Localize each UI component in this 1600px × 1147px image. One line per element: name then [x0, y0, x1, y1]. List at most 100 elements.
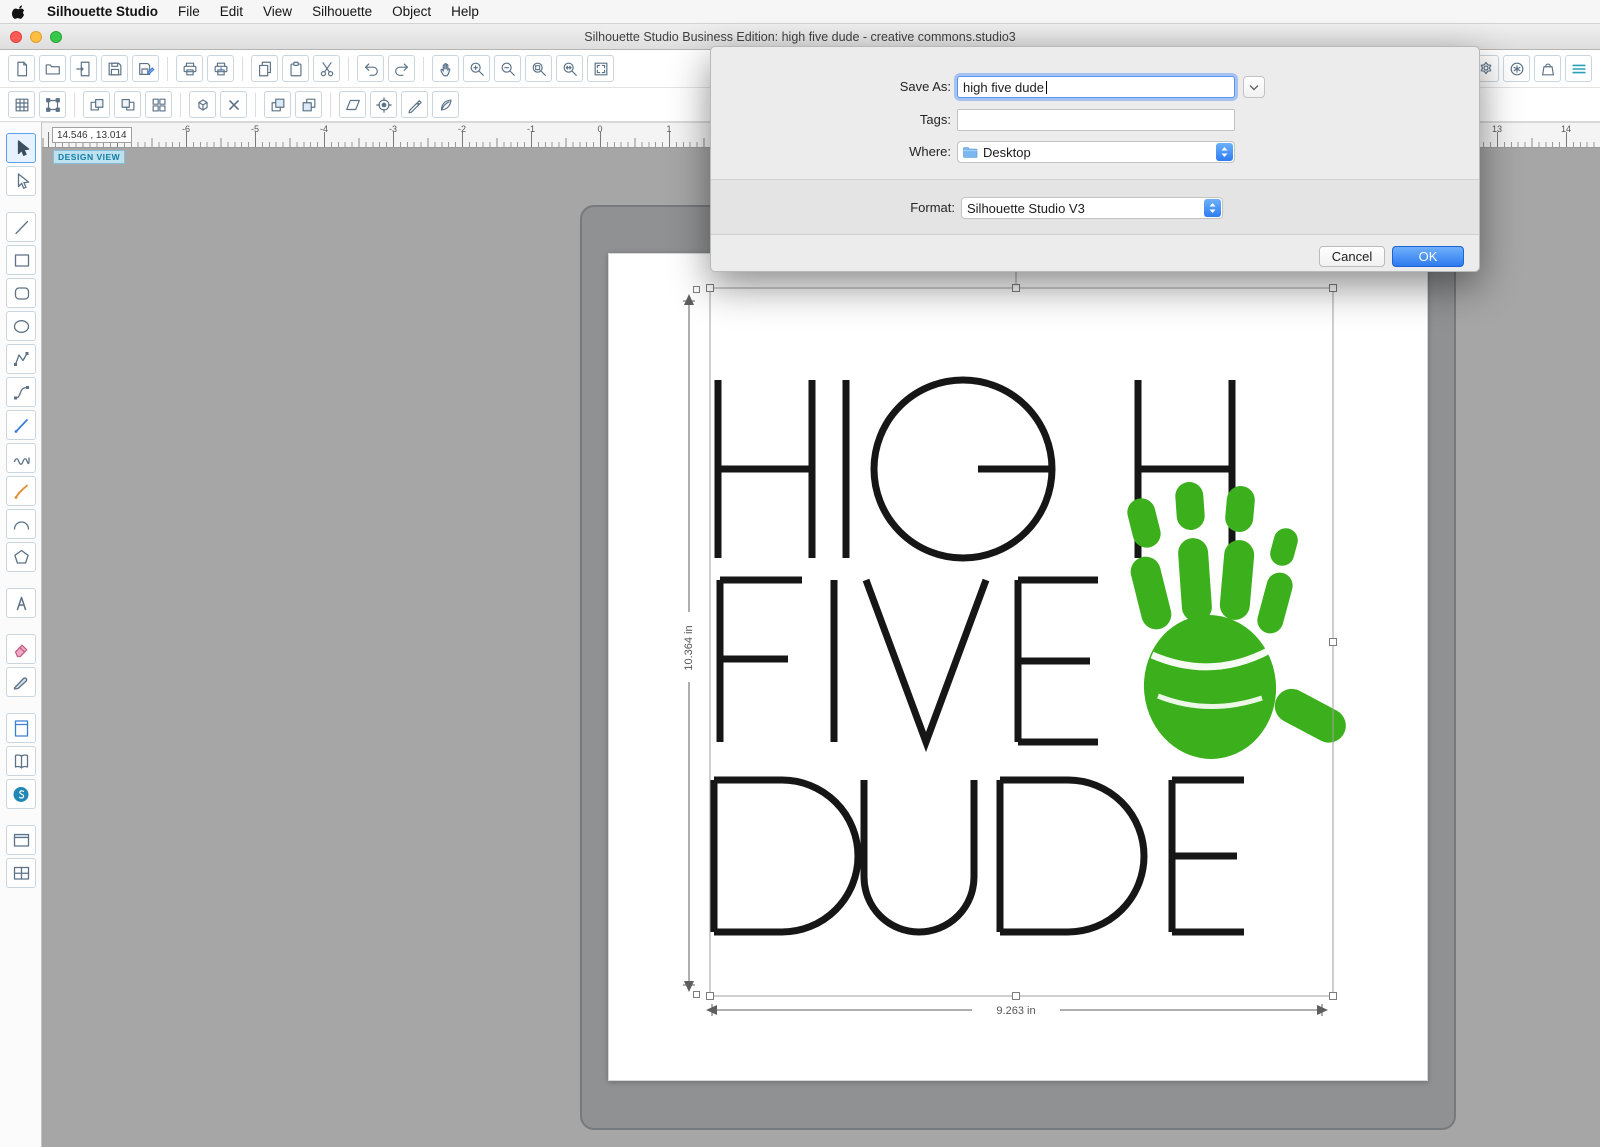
bring-forward-button[interactable]: [264, 91, 291, 118]
shear-button[interactable]: [339, 91, 366, 118]
menu-item-edit[interactable]: Edit: [220, 4, 243, 19]
ellipse-button[interactable]: [5, 311, 36, 341]
registration-marks-button[interactable]: [370, 91, 397, 118]
ruler-number: 1: [666, 124, 672, 134]
duplicate-right-icon: [119, 96, 137, 114]
import-button[interactable]: [70, 55, 97, 82]
cancel-button[interactable]: Cancel: [1319, 246, 1385, 267]
zoom-selection-icon: [530, 60, 548, 78]
transform-handles-button[interactable]: [39, 91, 66, 118]
convert-3d-icon: [194, 96, 212, 114]
where-popup[interactable]: Desktop: [957, 141, 1235, 163]
polygon-button[interactable]: [5, 344, 36, 374]
eraser-icon: [11, 639, 31, 659]
send-backward-button[interactable]: [295, 91, 322, 118]
expand-dialog-button[interactable]: [1243, 76, 1265, 98]
new-document-button[interactable]: [8, 55, 35, 82]
line-button[interactable]: [5, 212, 36, 242]
rounded-rect-button[interactable]: [5, 278, 36, 308]
ok-button[interactable]: OK: [1392, 246, 1464, 267]
duplicate-grid-button[interactable]: [145, 91, 172, 118]
polygon-icon: [11, 349, 31, 369]
print-button[interactable]: [176, 55, 203, 82]
close-window-button[interactable]: [10, 31, 22, 43]
draw-pen-button[interactable]: [401, 91, 428, 118]
save-as-button[interactable]: [132, 55, 159, 82]
format-section: Format: Silhouette Studio V3: [711, 179, 1479, 235]
redo-button[interactable]: [388, 55, 415, 82]
zoom-out-button[interactable]: [494, 55, 521, 82]
tags-input[interactable]: [957, 109, 1235, 131]
draw-squiggle-button[interactable]: [5, 443, 36, 473]
ruler-number: -2: [457, 124, 467, 134]
copy-button[interactable]: [251, 55, 278, 82]
reg-polygon-icon: [11, 547, 31, 567]
duplicate-right-button[interactable]: [114, 91, 141, 118]
format-popup[interactable]: Silhouette Studio V3: [961, 197, 1223, 219]
filename-input[interactable]: high five dude: [957, 76, 1235, 98]
design-canvas[interactable]: [43, 148, 1600, 1147]
save-button[interactable]: [101, 55, 128, 82]
edit-points-button[interactable]: [5, 166, 36, 196]
send-button[interactable]: [1534, 55, 1561, 82]
menu-item-help[interactable]: Help: [451, 4, 479, 19]
zoom-selection-button[interactable]: [525, 55, 552, 82]
apple-icon[interactable]: [12, 4, 27, 20]
ruler-number: -6: [181, 124, 191, 134]
draw-smooth-button[interactable]: [5, 476, 36, 506]
window-title: Silhouette Studio Business Edition: high…: [584, 29, 1016, 44]
undo-button[interactable]: [357, 55, 384, 82]
menu-app-name[interactable]: Silhouette Studio: [47, 4, 158, 19]
popup-stepper-icon: [1216, 143, 1233, 161]
design-view-badge[interactable]: DESIGN VIEW: [53, 150, 126, 164]
duplicate-left-icon: [88, 96, 106, 114]
pan-button[interactable]: [432, 55, 459, 82]
text-button[interactable]: [5, 588, 36, 618]
open-button[interactable]: [39, 55, 66, 82]
cut-button[interactable]: [313, 55, 340, 82]
fit-to-page-button[interactable]: [587, 55, 614, 82]
arc-button[interactable]: [5, 509, 36, 539]
rect-button[interactable]: [5, 245, 36, 275]
pixscan-icon: [437, 96, 455, 114]
grid-table-button[interactable]: [5, 858, 36, 888]
menu-item-view[interactable]: View: [263, 4, 292, 19]
send-to-printer-button[interactable]: [207, 55, 234, 82]
page-setup-button[interactable]: [5, 713, 36, 743]
menu-item-silhouette[interactable]: Silhouette: [312, 4, 372, 19]
paste-button[interactable]: [282, 55, 309, 82]
library-button[interactable]: [1503, 55, 1530, 82]
panel-toggle-button[interactable]: [1565, 55, 1592, 82]
reg-polygon-button[interactable]: [5, 542, 36, 572]
menu-item-file[interactable]: File: [178, 4, 200, 19]
duplicate-left-button[interactable]: [83, 91, 110, 118]
grid-settings-button[interactable]: [8, 91, 35, 118]
eraser-button[interactable]: [5, 634, 36, 664]
fold-book-button[interactable]: [5, 746, 36, 776]
menu-item-object[interactable]: Object: [392, 4, 431, 19]
design-page[interactable]: [608, 253, 1428, 1081]
zoom-window-button[interactable]: [50, 31, 62, 43]
knife-button[interactable]: [5, 667, 36, 697]
select-button[interactable]: [5, 133, 36, 163]
convert-3d-button[interactable]: [189, 91, 216, 118]
draw-freehand-button[interactable]: [5, 410, 36, 440]
main-toolbar-right: [1472, 55, 1592, 82]
redo-icon: [393, 60, 411, 78]
curve-button[interactable]: [5, 377, 36, 407]
toolbar-separator: [0, 199, 41, 209]
drag-zoom-icon: [561, 60, 579, 78]
zoom-in-button[interactable]: [463, 55, 490, 82]
fold-book-icon: [11, 751, 31, 771]
delete-button[interactable]: [220, 91, 247, 118]
silhouette-logo-button[interactable]: [5, 779, 36, 809]
drag-zoom-button[interactable]: [556, 55, 583, 82]
pixscan-button[interactable]: [432, 91, 459, 118]
pan-icon: [437, 60, 455, 78]
mat-window-button[interactable]: [5, 825, 36, 855]
where-label: Where:: [909, 144, 951, 159]
minimize-window-button[interactable]: [30, 31, 42, 43]
zoom-in-icon: [468, 60, 486, 78]
toolbar-separator: [0, 575, 41, 585]
paste-icon: [287, 60, 305, 78]
